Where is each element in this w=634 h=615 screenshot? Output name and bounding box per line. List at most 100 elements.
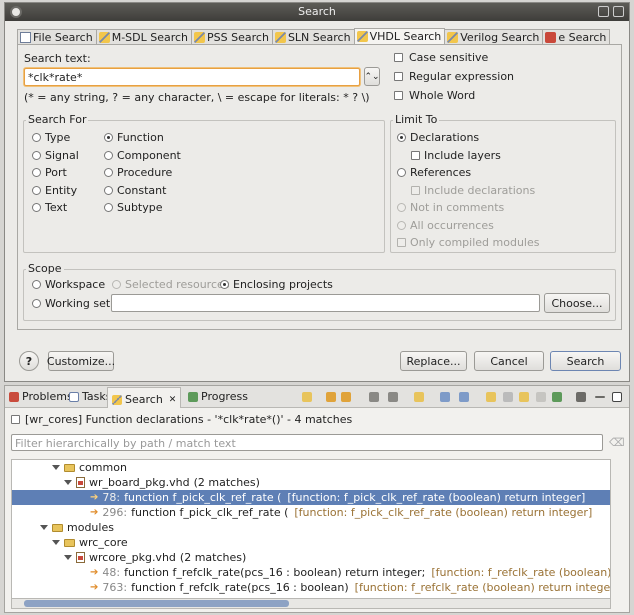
view-menu-icon[interactable] — [576, 392, 586, 402]
minimize-icon[interactable] — [595, 396, 605, 398]
remove-match-icon[interactable] — [369, 392, 379, 402]
radio-references-label: References — [410, 166, 472, 179]
cancel-search-icon — [503, 392, 513, 402]
tree-row-match[interactable]: ➔ 296: function f_pick_clk_ref_rate ([func… — [12, 505, 610, 520]
tab-progress[interactable]: Progress — [188, 390, 248, 403]
radio-port[interactable] — [32, 168, 41, 177]
flashlight-icon — [194, 31, 206, 43]
flashlight-icon — [447, 31, 459, 43]
radio-selected-resources-label: Selected resources — [125, 278, 230, 291]
tab-e-search[interactable]: e Search — [542, 29, 611, 44]
radio-working-set[interactable] — [32, 299, 41, 308]
radio-all-occurrences-label: All occurrences — [410, 219, 494, 232]
radio-constant[interactable] — [104, 186, 113, 195]
radio-workspace[interactable] — [32, 280, 41, 289]
tree-row-match[interactable]: ➔ 48: function f_refclk_rate(pcs_16 : bool… — [12, 565, 610, 580]
tree-row-wrc-core[interactable]: wrc_core — [12, 535, 610, 550]
expand-toggle-icon[interactable] — [40, 525, 48, 530]
tab-verilog-search[interactable]: Verilog Search — [444, 29, 544, 44]
maximize-icon[interactable] — [612, 392, 622, 402]
help-button[interactable]: ? — [19, 351, 39, 371]
radio-entity-label: Entity — [45, 184, 78, 197]
expand-toggle-icon[interactable] — [64, 555, 72, 560]
tab-tasks[interactable]: Tasks — [69, 390, 111, 403]
history-dropdown-button[interactable]: ⌃⌄ — [364, 67, 380, 86]
working-set-input[interactable] — [111, 294, 540, 312]
radio-subtype[interactable] — [104, 203, 113, 212]
tree-row-modules[interactable]: modules — [12, 520, 610, 535]
filter-input[interactable]: Filter hierarchically by path / match te… — [11, 434, 603, 451]
expand-toggle-icon[interactable] — [52, 540, 60, 545]
radio-declarations[interactable] — [397, 133, 406, 142]
scope-title: Scope — [26, 262, 64, 275]
search-for-group — [23, 120, 385, 253]
customize-button[interactable]: Customize... — [47, 351, 115, 371]
whole-word-checkbox[interactable] — [394, 91, 403, 100]
help-icon: ? — [25, 354, 33, 368]
tab-vhdl-search[interactable]: VHDL Search — [353, 28, 446, 44]
dialog-titlebar[interactable]: Search — [5, 3, 629, 21]
radio-entity[interactable] — [32, 186, 41, 195]
expand-toggle-icon[interactable] — [64, 480, 72, 485]
radio-function[interactable] — [104, 133, 113, 142]
radio-references[interactable] — [397, 168, 406, 177]
include-layers-label: Include layers — [424, 149, 501, 162]
radio-enclosing-projects-label: Enclosing projects — [233, 278, 333, 291]
history-dropdown-icon[interactable] — [536, 392, 546, 402]
cancel-button[interactable]: Cancel — [474, 351, 544, 371]
e-language-icon — [545, 31, 557, 43]
tab-file-search[interactable]: File Search — [17, 29, 97, 44]
radio-component[interactable] — [104, 151, 113, 160]
case-sensitive-checkbox[interactable] — [394, 53, 403, 62]
expand-all-icon[interactable] — [440, 392, 450, 402]
previous-match-icon[interactable] — [341, 392, 351, 402]
vhdl-file-icon — [76, 552, 85, 563]
tab-pss-search[interactable]: PSS Search — [191, 29, 273, 44]
radio-procedure[interactable] — [104, 168, 113, 177]
open-console-icon[interactable] — [552, 392, 562, 402]
file-icon — [20, 31, 31, 43]
updown-chevron-icon: ⌃⌄ — [364, 71, 380, 82]
folder-icon — [52, 523, 63, 532]
pin-icon[interactable] — [302, 392, 312, 402]
replace-button[interactable]: Replace... — [400, 351, 467, 371]
flashlight-icon — [98, 31, 110, 43]
case-sensitive-label: Case sensitive — [409, 51, 489, 64]
history-icon[interactable] — [519, 392, 529, 402]
close-icon[interactable] — [613, 6, 624, 17]
include-declarations-label: Include declarations — [424, 184, 536, 197]
radio-not-in-comments-label: Not in comments — [410, 201, 505, 214]
search-view: Problems Tasks Search ✕ Progress [wr_core… — [4, 385, 630, 613]
radio-text[interactable] — [32, 203, 41, 212]
radio-signal[interactable] — [32, 151, 41, 160]
tree-row-wr-board-pkg[interactable]: wr_board_pkg.vhd (2 matches) — [12, 475, 610, 490]
horizontal-scroll-thumb[interactable] — [24, 600, 289, 607]
search-text-input[interactable]: *clk*rate* — [24, 68, 360, 86]
tab-problems[interactable]: Problems — [9, 390, 73, 403]
tab-search[interactable]: Search ✕ — [107, 387, 182, 408]
radio-type[interactable] — [32, 133, 41, 142]
radio-text-label: Text — [45, 201, 68, 214]
tree-row-match[interactable]: ➔ 78: function f_pick_clk_ref_rate ([funct… — [12, 490, 610, 505]
tab-msdl-search[interactable]: M-SDL Search — [95, 29, 193, 44]
choose-button[interactable]: Choose... — [544, 293, 610, 313]
horizontal-scrollbar[interactable] — [11, 598, 611, 609]
clear-filter-icon[interactable]: ⌫ — [609, 436, 625, 449]
regex-checkbox[interactable] — [394, 72, 403, 81]
remove-all-icon[interactable] — [388, 392, 398, 402]
radio-enclosing-projects[interactable] — [220, 280, 229, 289]
tree-row-match[interactable]: ➔ 763: function f_refclk_rate(pcs_16 : boo… — [12, 580, 610, 595]
next-match-icon[interactable] — [326, 392, 336, 402]
tab-sln-search[interactable]: SLN Search — [271, 29, 355, 44]
tree-row-common[interactable]: common — [12, 460, 610, 475]
tree-row-wrcore-pkg[interactable]: wrcore_pkg.vhd (2 matches) — [12, 550, 610, 565]
collapse-all-icon[interactable] — [459, 392, 469, 402]
expand-toggle-icon[interactable] — [52, 465, 60, 470]
include-layers-checkbox[interactable] — [411, 151, 420, 160]
run-search-icon[interactable] — [486, 392, 496, 402]
maximize-icon[interactable] — [598, 6, 609, 17]
view-tab-bar: Problems Tasks Search ✕ Progress — [5, 386, 629, 408]
search-button[interactable]: Search — [550, 351, 621, 371]
close-tab-icon[interactable]: ✕ — [169, 395, 177, 405]
flashlight-icon[interactable] — [414, 392, 424, 402]
